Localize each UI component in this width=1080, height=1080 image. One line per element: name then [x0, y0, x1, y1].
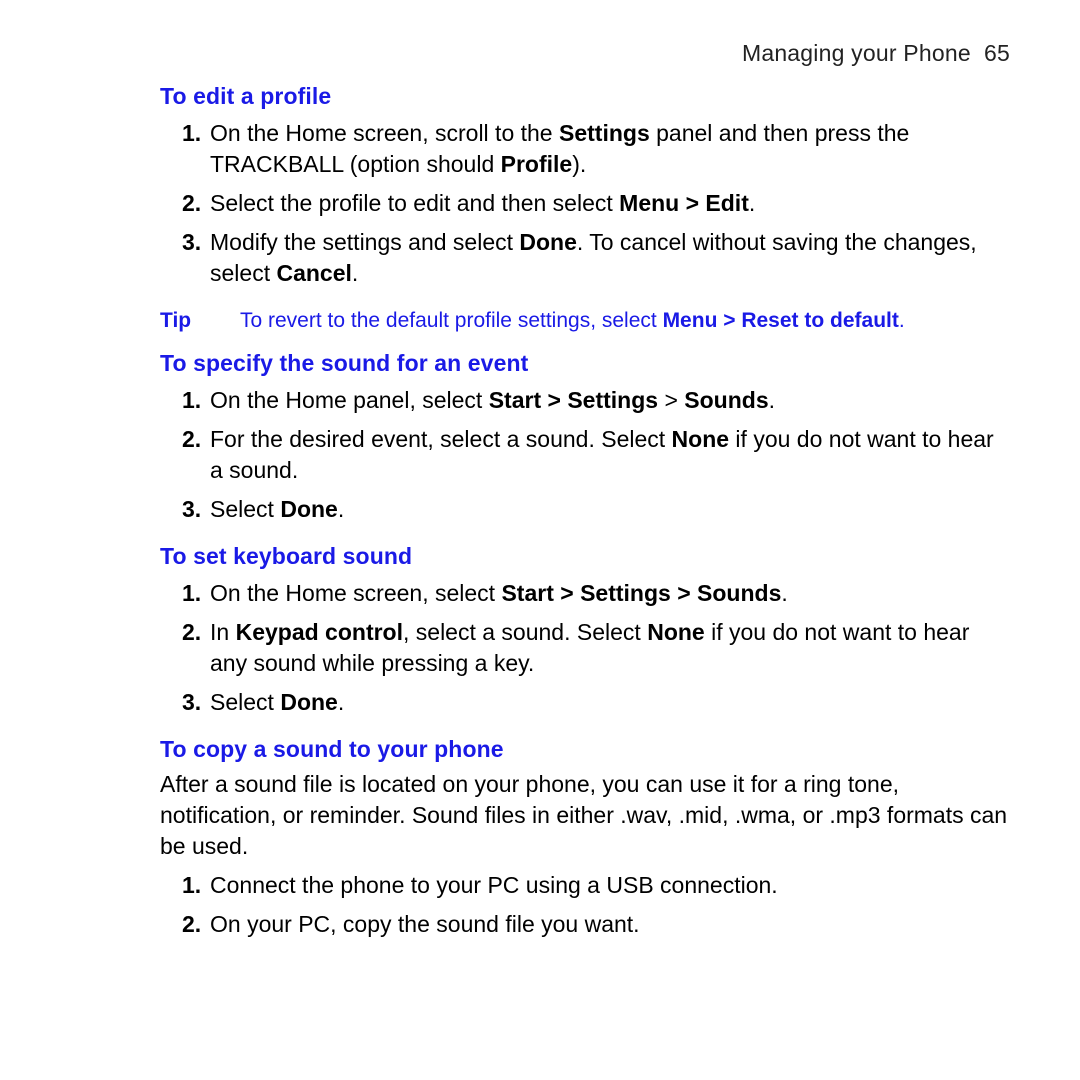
steps-copy-sound: Connect the phone to your PC using a USB… — [182, 866, 1010, 944]
step-item: For the desired event, select a sound. S… — [182, 420, 1010, 490]
step-item: In Keypad control, select a sound. Selec… — [182, 613, 1010, 683]
running-header: Managing your Phone 65 — [70, 40, 1010, 67]
step-item: On the Home screen, scroll to the Settin… — [182, 114, 1010, 184]
tip-label: Tip — [160, 307, 240, 335]
page-number: 65 — [984, 40, 1010, 66]
steps-keyboard-sound: On the Home screen, select Start > Setti… — [182, 574, 1010, 722]
step-item: Modify the settings and select Done. To … — [182, 223, 1010, 293]
step-item: Select Done. — [182, 490, 1010, 529]
section-heading-keyboard-sound: To set keyboard sound — [160, 543, 1010, 570]
step-item: Select Done. — [182, 683, 1010, 722]
chapter-title: Managing your Phone — [742, 40, 971, 66]
step-item: Select the profile to edit and then sele… — [182, 184, 1010, 223]
tip-text: To revert to the default profile setting… — [240, 307, 1010, 335]
intro-paragraph: After a sound file is located on your ph… — [160, 769, 1010, 862]
step-item: On the Home screen, select Start > Setti… — [182, 574, 1010, 613]
tip-row: Tip To revert to the default profile set… — [160, 307, 1010, 335]
step-item: On your PC, copy the sound file you want… — [182, 905, 1010, 944]
section-heading-copy-sound: To copy a sound to your phone — [160, 736, 1010, 763]
step-item: On the Home panel, select Start > Settin… — [182, 381, 1010, 420]
step-item: Connect the phone to your PC using a USB… — [182, 866, 1010, 905]
steps-edit-profile: On the Home screen, scroll to the Settin… — [182, 114, 1010, 293]
manual-page: Managing your Phone 65 To edit a profile… — [0, 0, 1080, 984]
section-heading-sound-event: To specify the sound for an event — [160, 350, 1010, 377]
section-heading-edit-profile: To edit a profile — [160, 83, 1010, 110]
steps-sound-event: On the Home panel, select Start > Settin… — [182, 381, 1010, 529]
